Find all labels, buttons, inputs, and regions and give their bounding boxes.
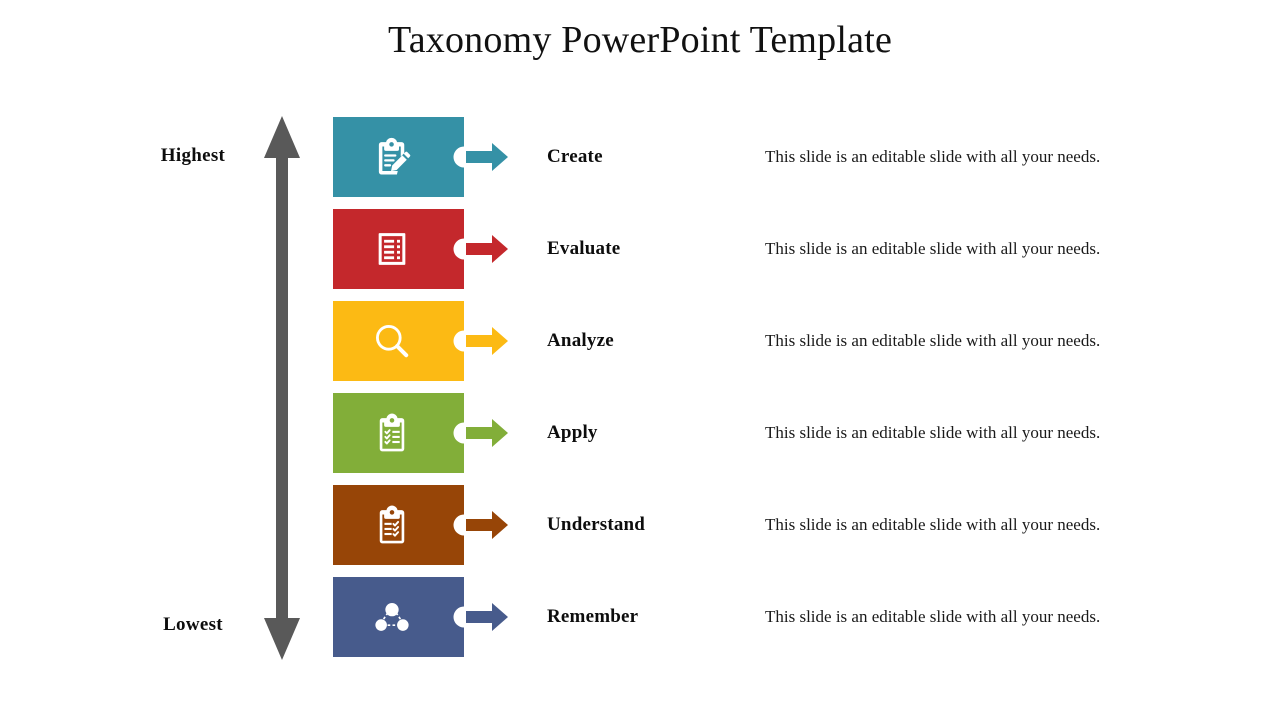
level-tile-evaluate[interactable] xyxy=(333,209,464,289)
taxonomy-row[interactable]: Create This slide is an editable slide w… xyxy=(0,117,1280,197)
row-arrow-icon xyxy=(466,509,508,541)
level-description: This slide is an editable slide with all… xyxy=(765,423,1101,442)
level-tile-remember[interactable] xyxy=(333,577,464,657)
level-description: This slide is an editable slide with all… xyxy=(765,515,1101,534)
level-description: This slide is an editable slide with all… xyxy=(765,331,1101,350)
clipboard-checkmarks-icon xyxy=(333,393,451,473)
row-arrow-icon xyxy=(466,601,508,633)
taxonomy-row[interactable]: Remember This slide is an editable slide… xyxy=(0,577,1280,657)
level-description: This slide is an editable slide with all… xyxy=(765,239,1101,258)
taxonomy-row[interactable]: Analyze This slide is an editable slide … xyxy=(0,301,1280,381)
taxonomy-rows: Create This slide is an editable slide w… xyxy=(0,0,1280,720)
clipboard-pencil-icon xyxy=(333,117,451,197)
taxonomy-row[interactable]: Understand This slide is an editable sli… xyxy=(0,485,1280,565)
checklist-form-icon xyxy=(333,209,451,289)
magnifier-icon xyxy=(333,301,451,381)
row-arrow-icon xyxy=(466,325,508,357)
level-description: This slide is an editable slide with all… xyxy=(765,147,1101,166)
taxonomy-row[interactable]: Apply This slide is an editable slide wi… xyxy=(0,393,1280,473)
row-arrow-icon xyxy=(466,417,508,449)
level-label: Understand xyxy=(547,514,646,535)
level-label: Analyze xyxy=(547,330,614,351)
taxonomy-row[interactable]: Evaluate This slide is an editable slide… xyxy=(0,209,1280,289)
level-label: Remember xyxy=(547,606,639,627)
row-arrow-icon xyxy=(466,233,508,265)
people-network-icon xyxy=(333,577,451,657)
level-label: Evaluate xyxy=(547,238,621,259)
row-arrow-icon xyxy=(466,141,508,173)
level-tile-create[interactable] xyxy=(333,117,464,197)
level-tile-analyze[interactable] xyxy=(333,301,464,381)
level-label: Create xyxy=(547,146,603,167)
clipboard-tasks-icon xyxy=(333,485,451,565)
level-label: Apply xyxy=(547,422,598,443)
level-tile-apply[interactable] xyxy=(333,393,464,473)
level-description: This slide is an editable slide with all… xyxy=(765,607,1101,626)
level-tile-understand[interactable] xyxy=(333,485,464,565)
